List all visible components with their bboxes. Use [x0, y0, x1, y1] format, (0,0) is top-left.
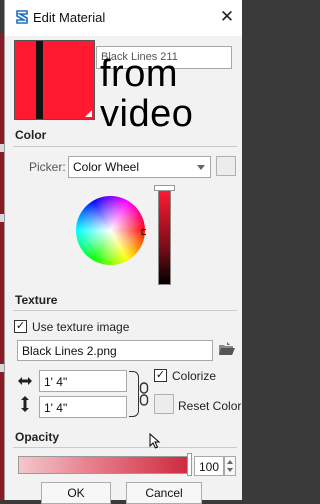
opacity-divider	[13, 447, 237, 448]
texture-width-field[interactable]: 1' 4"	[39, 370, 127, 392]
texture-stripe	[36, 41, 43, 119]
opacity-slider-handle[interactable]	[187, 453, 192, 476]
spinner-down-icon[interactable]	[227, 468, 233, 472]
sketchup-logo-icon	[16, 10, 28, 24]
color-heading: Color	[15, 128, 47, 142]
chain-link-icon[interactable]	[139, 381, 149, 407]
video-overlay-caption: from video	[100, 54, 240, 134]
aspect-lock-bracket	[129, 371, 139, 417]
opacity-spinner[interactable]	[224, 456, 236, 476]
texture-divider	[13, 310, 237, 311]
mouse-cursor-icon	[149, 433, 161, 449]
sample-color-button[interactable]	[216, 156, 236, 176]
color-divider	[13, 146, 237, 147]
use-texture-label: Use texture image	[32, 320, 130, 334]
ok-button[interactable]: OK	[41, 482, 111, 504]
cancel-button[interactable]: Cancel	[126, 482, 202, 504]
colorize-checkbox[interactable]: ✓	[154, 369, 167, 382]
reset-color-button[interactable]	[154, 394, 174, 414]
chevron-down-icon	[197, 165, 205, 170]
close-button[interactable]: ✕	[216, 6, 238, 28]
brightness-slider[interactable]	[158, 190, 171, 285]
swatch-corner-indicator	[85, 110, 92, 117]
vertical-arrows-icon	[21, 396, 29, 412]
opacity-value-field[interactable]: 100	[194, 456, 224, 476]
picker-value: Color Wheel	[73, 160, 140, 174]
spinner-up-icon[interactable]	[227, 460, 233, 464]
texture-heading: Texture	[15, 293, 58, 307]
texture-file-field[interactable]: Black Lines 2.png	[17, 340, 213, 361]
title-bar: Edit Material ✕	[5, 0, 242, 36]
folder-open-icon[interactable]	[218, 341, 236, 357]
brightness-slider-handle[interactable]	[154, 185, 175, 191]
picker-dropdown[interactable]: Color Wheel	[68, 156, 211, 178]
window-title: Edit Material	[33, 10, 106, 25]
horizontal-arrows-icon	[18, 377, 32, 385]
colorize-label: Colorize	[172, 369, 217, 383]
reset-color-label: Reset Color	[178, 399, 242, 413]
opacity-heading: Opacity	[15, 430, 60, 444]
overlay-line-2: video	[100, 93, 194, 135]
material-preview-swatch[interactable]	[14, 40, 95, 120]
texture-height-field[interactable]: 1' 4"	[39, 396, 127, 418]
picker-label: Picker:	[29, 160, 66, 174]
overlay-line-1: from	[100, 53, 178, 95]
edit-material-dialog: Edit Material ✕ Black Lines 211 from vid…	[4, 0, 242, 504]
color-wheel[interactable]	[75, 195, 146, 266]
opacity-slider[interactable]	[18, 456, 189, 474]
use-texture-checkbox[interactable]: ✓	[14, 320, 27, 333]
